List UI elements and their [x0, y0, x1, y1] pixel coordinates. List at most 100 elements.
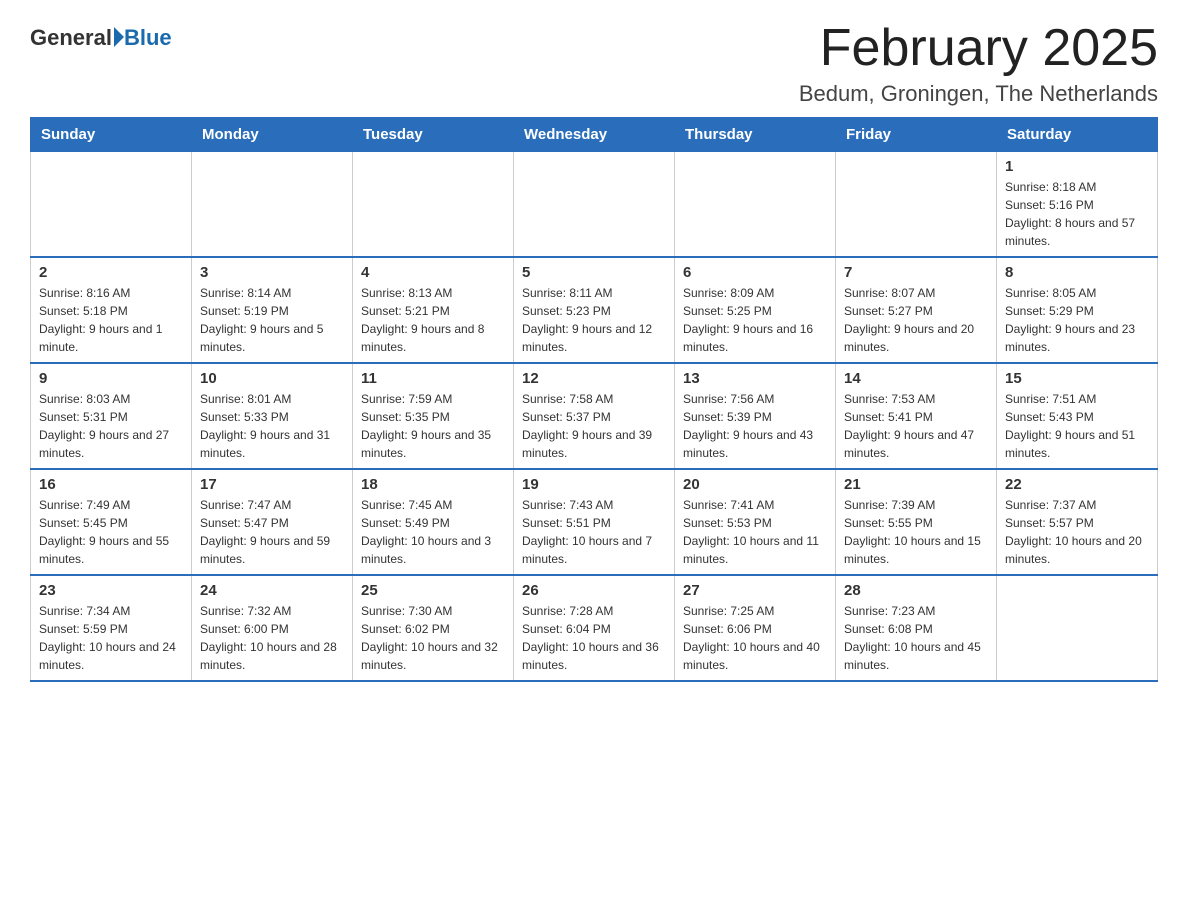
calendar-cell: 27 Sunrise: 7:25 AMSunset: 6:06 PMDayligh… — [675, 575, 836, 681]
day-info: Sunrise: 7:37 AMSunset: 5:57 PMDaylight:… — [1005, 496, 1149, 568]
calendar-cell: 24 Sunrise: 7:32 AMSunset: 6:00 PMDayligh… — [192, 575, 353, 681]
day-number: 23 — [39, 582, 183, 599]
day-info: Sunrise: 7:23 AMSunset: 6:08 PMDaylight:… — [844, 602, 988, 674]
calendar-cell — [192, 152, 353, 258]
day-number: 22 — [1005, 476, 1149, 493]
calendar-cell: 18 Sunrise: 7:45 AMSunset: 5:49 PMDayligh… — [353, 469, 514, 575]
day-info: Sunrise: 7:32 AMSunset: 6:00 PMDaylight:… — [200, 602, 344, 674]
calendar-cell: 4 Sunrise: 8:13 AMSunset: 5:21 PMDaylight… — [353, 257, 514, 363]
calendar-cell: 1 Sunrise: 8:18 AMSunset: 5:16 PMDaylight… — [997, 152, 1158, 258]
day-info: Sunrise: 7:41 AMSunset: 5:53 PMDaylight:… — [683, 496, 827, 568]
day-number: 8 — [1005, 264, 1149, 281]
calendar-table: SundayMondayTuesdayWednesdayThursdayFrid… — [30, 117, 1158, 682]
logo-blue-part: Blue — [112, 25, 172, 51]
day-number: 11 — [361, 370, 505, 387]
weekday-header-saturday: Saturday — [997, 118, 1158, 152]
calendar-cell: 20 Sunrise: 7:41 AMSunset: 5:53 PMDayligh… — [675, 469, 836, 575]
calendar-cell: 10 Sunrise: 8:01 AMSunset: 5:33 PMDayligh… — [192, 363, 353, 469]
day-info: Sunrise: 8:13 AMSunset: 5:21 PMDaylight:… — [361, 284, 505, 356]
day-number: 25 — [361, 582, 505, 599]
day-info: Sunrise: 8:11 AMSunset: 5:23 PMDaylight:… — [522, 284, 666, 356]
calendar-week-row: 16 Sunrise: 7:49 AMSunset: 5:45 PMDayligh… — [31, 469, 1158, 575]
day-info: Sunrise: 7:47 AMSunset: 5:47 PMDaylight:… — [200, 496, 344, 568]
calendar-body: 1 Sunrise: 8:18 AMSunset: 5:16 PMDaylight… — [31, 152, 1158, 682]
calendar-cell: 23Sunrise: 7:34 AMSunset: 5:59 PMDayligh… — [31, 575, 192, 681]
day-number: 9 — [39, 370, 183, 387]
calendar-cell — [353, 152, 514, 258]
weekday-header-tuesday: Tuesday — [353, 118, 514, 152]
calendar-cell: 16 Sunrise: 7:49 AMSunset: 5:45 PMDayligh… — [31, 469, 192, 575]
calendar-cell: 26Sunrise: 7:28 AMSunset: 6:04 PMDayligh… — [514, 575, 675, 681]
day-number: 18 — [361, 476, 505, 493]
day-info: Sunrise: 8:09 AMSunset: 5:25 PMDaylight:… — [683, 284, 827, 356]
day-number: 20 — [683, 476, 827, 493]
calendar-cell: 9 Sunrise: 8:03 AMSunset: 5:31 PMDaylight… — [31, 363, 192, 469]
calendar-cell: 11 Sunrise: 7:59 AMSunset: 5:35 PMDayligh… — [353, 363, 514, 469]
day-number: 27 — [683, 582, 827, 599]
calendar-cell: 25 Sunrise: 7:30 AMSunset: 6:02 PMDayligh… — [353, 575, 514, 681]
calendar-cell — [675, 152, 836, 258]
day-info: Sunrise: 7:56 AMSunset: 5:39 PMDaylight:… — [683, 390, 827, 462]
day-info: Sunrise: 7:59 AMSunset: 5:35 PMDaylight:… — [361, 390, 505, 462]
calendar-cell: 17Sunrise: 7:47 AMSunset: 5:47 PMDayligh… — [192, 469, 353, 575]
day-number: 3 — [200, 264, 344, 281]
calendar-cell — [514, 152, 675, 258]
day-number: 26 — [522, 582, 666, 599]
day-number: 6 — [683, 264, 827, 281]
calendar-cell: 12Sunrise: 7:58 AMSunset: 5:37 PMDayligh… — [514, 363, 675, 469]
day-info: Sunrise: 7:53 AMSunset: 5:41 PMDaylight:… — [844, 390, 988, 462]
day-number: 10 — [200, 370, 344, 387]
day-info: Sunrise: 7:25 AMSunset: 6:06 PMDaylight:… — [683, 602, 827, 674]
day-info: Sunrise: 8:14 AMSunset: 5:19 PMDaylight:… — [200, 284, 344, 356]
location-text: Bedum, Groningen, The Netherlands — [799, 81, 1158, 107]
calendar-cell: 15 Sunrise: 7:51 AMSunset: 5:43 PMDayligh… — [997, 363, 1158, 469]
weekday-header-row: SundayMondayTuesdayWednesdayThursdayFrid… — [31, 118, 1158, 152]
day-info: Sunrise: 8:18 AMSunset: 5:16 PMDaylight:… — [1005, 178, 1149, 250]
day-info: Sunrise: 7:43 AMSunset: 5:51 PMDaylight:… — [522, 496, 666, 568]
day-number: 14 — [844, 370, 988, 387]
month-title: February 2025 — [799, 20, 1158, 77]
logo-triangle-icon — [114, 27, 124, 47]
day-number: 15 — [1005, 370, 1149, 387]
day-number: 21 — [844, 476, 988, 493]
weekday-header-monday: Monday — [192, 118, 353, 152]
day-number: 2 — [39, 264, 183, 281]
calendar-cell: 21 Sunrise: 7:39 AMSunset: 5:55 PMDayligh… — [836, 469, 997, 575]
day-number: 19 — [522, 476, 666, 493]
weekday-header-friday: Friday — [836, 118, 997, 152]
calendar-week-row: 9 Sunrise: 8:03 AMSunset: 5:31 PMDaylight… — [31, 363, 1158, 469]
day-number: 13 — [683, 370, 827, 387]
calendar-cell: 3 Sunrise: 8:14 AMSunset: 5:19 PMDaylight… — [192, 257, 353, 363]
day-info: Sunrise: 7:45 AMSunset: 5:49 PMDaylight:… — [361, 496, 505, 568]
day-info: Sunrise: 8:07 AMSunset: 5:27 PMDaylight:… — [844, 284, 988, 356]
day-number: 7 — [844, 264, 988, 281]
calendar-cell: 28Sunrise: 7:23 AMSunset: 6:08 PMDayligh… — [836, 575, 997, 681]
weekday-header-thursday: Thursday — [675, 118, 836, 152]
day-number: 1 — [1005, 158, 1149, 175]
calendar-header: SundayMondayTuesdayWednesdayThursdayFrid… — [31, 118, 1158, 152]
day-number: 12 — [522, 370, 666, 387]
day-info: Sunrise: 8:01 AMSunset: 5:33 PMDaylight:… — [200, 390, 344, 462]
calendar-cell: 19 Sunrise: 7:43 AMSunset: 5:51 PMDayligh… — [514, 469, 675, 575]
title-block: February 2025 Bedum, Groningen, The Neth… — [799, 20, 1158, 107]
day-number: 16 — [39, 476, 183, 493]
weekday-header-sunday: Sunday — [31, 118, 192, 152]
day-info: Sunrise: 8:03 AMSunset: 5:31 PMDaylight:… — [39, 390, 183, 462]
logo: General Blue — [30, 20, 172, 51]
day-number: 24 — [200, 582, 344, 599]
calendar-cell: 14 Sunrise: 7:53 AMSunset: 5:41 PMDayligh… — [836, 363, 997, 469]
day-info: Sunrise: 7:49 AMSunset: 5:45 PMDaylight:… — [39, 496, 183, 568]
calendar-week-row: 2Sunrise: 8:16 AMSunset: 5:18 PMDaylight… — [31, 257, 1158, 363]
day-info: Sunrise: 7:30 AMSunset: 6:02 PMDaylight:… — [361, 602, 505, 674]
calendar-cell: 7 Sunrise: 8:07 AMSunset: 5:27 PMDaylight… — [836, 257, 997, 363]
day-number: 4 — [361, 264, 505, 281]
calendar-week-row: 1 Sunrise: 8:18 AMSunset: 5:16 PMDaylight… — [31, 152, 1158, 258]
calendar-cell: 22 Sunrise: 7:37 AMSunset: 5:57 PMDayligh… — [997, 469, 1158, 575]
day-info: Sunrise: 8:05 AMSunset: 5:29 PMDaylight:… — [1005, 284, 1149, 356]
day-info: Sunrise: 7:39 AMSunset: 5:55 PMDaylight:… — [844, 496, 988, 568]
calendar-cell: 6 Sunrise: 8:09 AMSunset: 5:25 PMDaylight… — [675, 257, 836, 363]
calendar-cell — [997, 575, 1158, 681]
calendar-cell: 5Sunrise: 8:11 AMSunset: 5:23 PMDaylight… — [514, 257, 675, 363]
day-info: Sunrise: 7:51 AMSunset: 5:43 PMDaylight:… — [1005, 390, 1149, 462]
weekday-header-wednesday: Wednesday — [514, 118, 675, 152]
